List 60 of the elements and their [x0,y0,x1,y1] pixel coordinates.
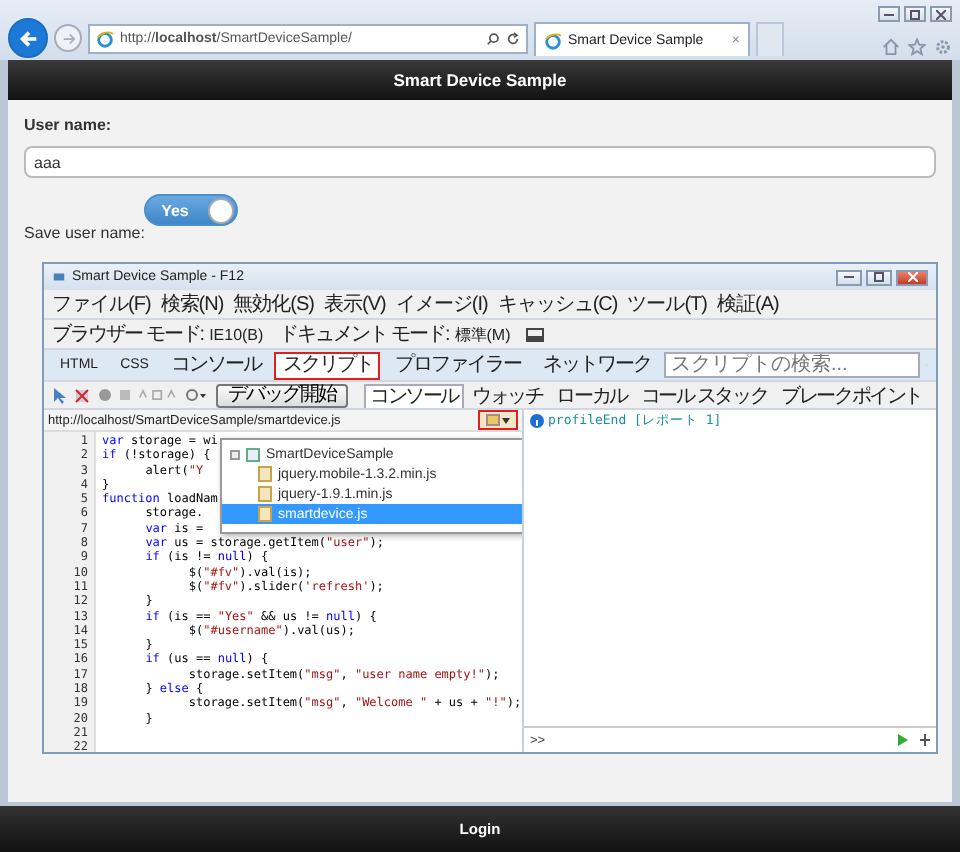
panel-tab[interactable]: ウォッチ [466,384,549,408]
multiline-icon[interactable] [920,734,930,746]
panel-tab[interactable]: ローカル [550,384,633,408]
devtools-tab[interactable]: コンソール [162,351,269,379]
file-picker-button[interactable] [478,410,518,430]
maximize-icon [910,9,920,19]
panel-tab[interactable]: ブレークポイント [775,384,928,408]
menu-item[interactable]: 検証(A) [716,290,779,318]
mode-value[interactable]: IE10(B) [209,325,264,343]
refresh-icon [506,32,520,46]
caret-icon [502,417,510,423]
field-label: Save user name: [24,224,145,242]
breakpoint-settings-icon[interactable] [186,388,208,402]
select-pointer-icon[interactable] [52,387,66,403]
arrow-icon [17,27,39,49]
menu-item[interactable]: ファイル(F) [52,290,151,318]
mode-label: ブラウザー モード: [52,321,204,348]
window-icon[interactable] [526,327,545,341]
minimize-icon [884,13,894,15]
menu-item[interactable]: 検索(N) [160,290,224,318]
page-title: Smart Device Sample [393,70,567,90]
field-label: User name: [24,116,114,134]
close-button[interactable] [930,6,952,22]
folder-icon [486,414,500,426]
record-icon[interactable] [98,388,112,402]
project-icon [246,447,260,461]
mode-value[interactable]: 標準(M) [454,323,511,345]
clear-icon[interactable] [74,387,90,403]
collapse-icon [230,449,240,459]
settings-icon[interactable] [934,38,952,56]
menu-item[interactable]: 無効化(S) [233,290,315,318]
menu-item[interactable]: ツール(T) [627,290,707,318]
close-icon [936,9,946,19]
close-icon [907,272,917,282]
start-debugging-button[interactable]: デバッグ開始 [216,383,348,407]
browser-logo-icon [544,31,562,49]
run-icon[interactable] [898,734,908,746]
devtools-icon [52,270,66,284]
maximize-icon [874,272,884,282]
minimize-button[interactable] [878,6,900,22]
maximize-button[interactable] [866,269,892,285]
star-icon[interactable] [908,38,926,56]
arrow-icon [61,31,75,45]
close-button[interactable] [896,269,928,285]
minimize-icon [844,276,854,278]
menu-item[interactable]: キャッシュ(C) [497,290,618,318]
menu-item[interactable]: イメージ(I) [395,290,488,318]
devtools-tab[interactable]: プロファイラー [386,351,529,379]
browser-logo-icon [96,30,114,48]
panel-tab[interactable]: コンソール [363,384,464,408]
mode-label: ドキュメント モード: [279,322,449,348]
devtools-tab[interactable]: ネットワーク [534,351,659,379]
maximize-button[interactable] [904,6,926,22]
user-name-field[interactable]: aaa [24,146,936,178]
home-icon[interactable] [882,38,900,56]
panel-tab[interactable]: コール スタック [634,384,774,408]
minimize-button[interactable] [836,269,862,285]
menu-item[interactable]: 表示(V) [324,290,386,318]
devtools-tab[interactable]: スクリプト [274,351,381,379]
back-button[interactable] [8,18,48,58]
